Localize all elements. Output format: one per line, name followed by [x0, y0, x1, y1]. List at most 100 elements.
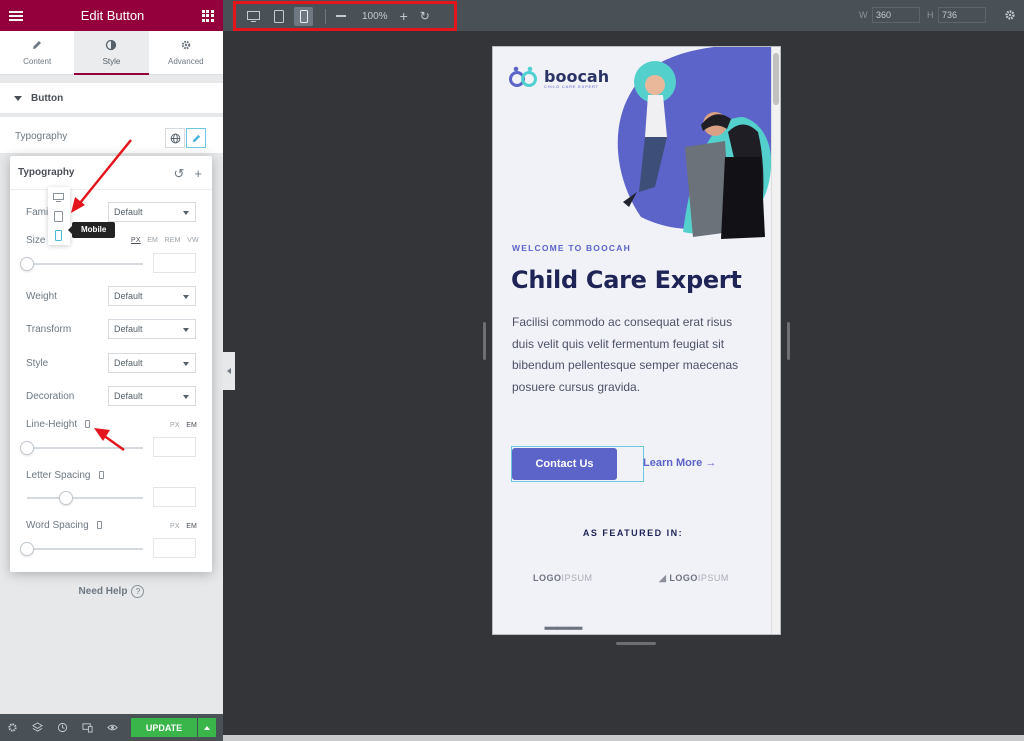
horizontal-scrollbar[interactable]: [223, 735, 1024, 741]
tab-content[interactable]: Content: [0, 31, 74, 74]
family-select[interactable]: Default: [108, 202, 196, 222]
canvas-settings-gear-icon[interactable]: [1004, 9, 1016, 24]
tab-advanced[interactable]: Advanced: [149, 31, 223, 74]
height-label: H: [927, 10, 934, 20]
help-circle-icon: ?: [131, 585, 145, 598]
unit-vw[interactable]: VW: [187, 237, 199, 244]
unit-rem[interactable]: REM: [165, 237, 181, 244]
reset-icon[interactable]: ↺: [174, 166, 185, 182]
word-spacing-slider[interactable]: [20, 542, 143, 556]
weight-label: Weight: [26, 291, 57, 302]
size-units[interactable]: PX EM REM VW: [131, 237, 199, 244]
letter-spacing-slider-handle[interactable]: [59, 491, 73, 505]
line-height-label: Line-Height: [26, 419, 78, 430]
mobile-device-icon[interactable]: [98, 471, 104, 480]
scrollbar-thumb[interactable]: [773, 53, 779, 105]
mobile-icon[interactable]: [55, 230, 62, 244]
line-height-slider[interactable]: [20, 441, 143, 455]
resize-handle-bottom[interactable]: [616, 642, 656, 645]
zoom-out-icon[interactable]: [336, 15, 346, 17]
partner-logo-2-bold: LOGO: [669, 573, 698, 583]
navigator-layers-icon[interactable]: [31, 722, 43, 734]
partner-logo-partial: ▔▔▔: [545, 627, 582, 634]
word-spacing-label-row: Word Spacing: [26, 520, 102, 531]
transform-select[interactable]: Default: [108, 319, 196, 339]
size-slider-handle[interactable]: [20, 257, 34, 271]
unit-px[interactable]: PX: [170, 422, 180, 429]
height-input[interactable]: 736: [938, 7, 986, 23]
device-switcher-menu: [48, 187, 70, 245]
contrast-icon: [106, 39, 117, 51]
line-height-input[interactable]: [153, 437, 196, 457]
preview-eye-icon[interactable]: [106, 722, 118, 734]
zoom-reset-icon[interactable]: ↻: [420, 9, 430, 23]
zoom-in-icon[interactable]: +: [400, 9, 408, 23]
learn-more-link[interactable]: Learn More →: [643, 457, 716, 469]
unit-em[interactable]: EM: [147, 237, 158, 244]
welcome-eyebrow: WELCOME TO BOOCAH: [512, 243, 631, 253]
popover-actions: ↺ +: [174, 166, 203, 182]
unit-px[interactable]: PX: [131, 237, 141, 244]
letter-spacing-label: Letter Spacing: [26, 470, 91, 481]
family-label: Fami: [26, 207, 49, 218]
line-height-slider-handle[interactable]: [20, 441, 34, 455]
tablet-icon[interactable]: [54, 211, 63, 225]
unit-px[interactable]: PX: [170, 523, 180, 530]
style-select[interactable]: Default: [108, 353, 196, 373]
collapse-panel-toggle[interactable]: [223, 352, 235, 390]
mobile-view-button[interactable]: [294, 6, 313, 26]
typography-control: Typography: [0, 117, 223, 153]
partner-logo-1-light: IPSUM: [561, 573, 593, 583]
section-button-toggle[interactable]: Button: [0, 83, 223, 113]
tab-style-label: Style: [102, 57, 121, 66]
plus-icon[interactable]: +: [194, 166, 202, 182]
partner-logo-2-mark-icon: ◢: [659, 573, 667, 583]
edit-typography-icon[interactable]: [186, 128, 206, 148]
settings-icon[interactable]: [6, 722, 18, 734]
desktop-view-button[interactable]: [244, 7, 263, 26]
mobile-device-icon[interactable]: [85, 420, 91, 429]
contact-us-button[interactable]: Contact Us: [512, 448, 617, 480]
word-spacing-input[interactable]: [153, 538, 196, 558]
partner-logo-1-bold: LOGO: [533, 573, 562, 583]
mobile-preview-frame: boocah CHILD CARE EXPERT WELCOME TO BOOC…: [492, 46, 781, 635]
resize-handle-left[interactable]: [483, 322, 486, 360]
size-slider[interactable]: [20, 257, 143, 271]
featured-heading: AS FEATURED IN:: [582, 528, 684, 538]
global-icon[interactable]: [165, 128, 185, 148]
typography-popover: Typography ↺ + Fami Default Size PX EM R…: [10, 156, 212, 572]
update-button[interactable]: UPDATE: [131, 718, 197, 737]
gear-icon: [181, 40, 191, 50]
resize-handle-right[interactable]: [787, 322, 790, 360]
letter-spacing-slider[interactable]: [27, 491, 143, 505]
panel-tabs: Content Style Advanced: [0, 31, 223, 75]
weight-select[interactable]: Default: [108, 286, 196, 306]
mobile-device-icon[interactable]: [96, 521, 102, 530]
widgets-grid-icon[interactable]: [201, 9, 214, 22]
word-spacing-units[interactable]: PX EM: [170, 523, 197, 530]
unit-em[interactable]: EM: [186, 523, 197, 530]
size-input[interactable]: [153, 253, 196, 273]
caret-down-icon: [14, 95, 22, 101]
responsive-mode-icon[interactable]: [81, 722, 93, 734]
history-icon[interactable]: [56, 722, 68, 734]
unit-em[interactable]: EM: [186, 422, 197, 429]
update-options-chevron-up-icon[interactable]: [198, 718, 216, 737]
typography-label: Typography: [15, 131, 68, 142]
width-input[interactable]: 360: [872, 7, 920, 23]
desktop-icon[interactable]: [53, 193, 64, 205]
tab-style[interactable]: Style: [74, 31, 149, 75]
need-help-link[interactable]: Need Help?: [0, 585, 223, 598]
word-spacing-slider-handle[interactable]: [20, 542, 34, 556]
preview-vertical-scrollbar[interactable]: [771, 47, 780, 634]
pencil-icon: [33, 41, 42, 49]
hero-family-photo: [617, 47, 773, 239]
line-height-units[interactable]: PX EM: [170, 422, 197, 429]
hamburger-menu-icon[interactable]: [9, 10, 23, 21]
tablet-view-button[interactable]: [269, 7, 288, 26]
decoration-label: Decoration: [26, 391, 75, 402]
decoration-select[interactable]: Default: [108, 386, 196, 406]
width-label: W: [859, 10, 868, 20]
tab-content-label: Content: [23, 57, 52, 66]
letter-spacing-input[interactable]: [153, 487, 196, 507]
